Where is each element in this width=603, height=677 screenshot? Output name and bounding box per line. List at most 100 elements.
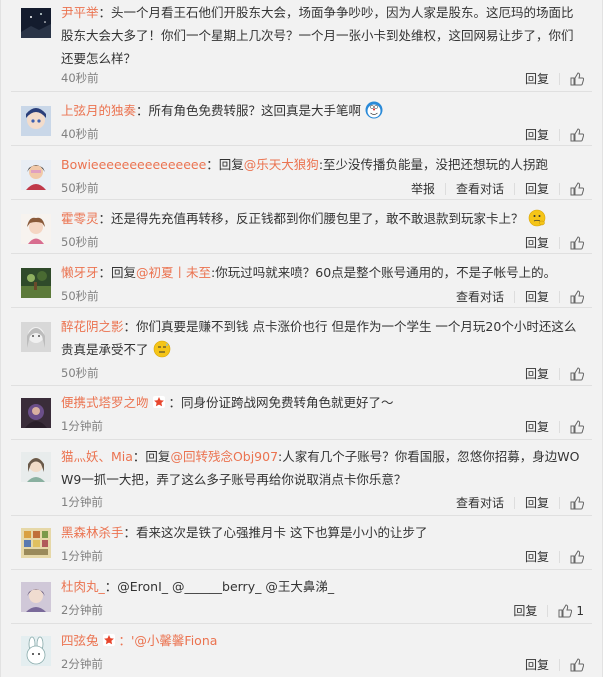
- reply-button[interactable]: 回复: [525, 70, 549, 87]
- thumbs-up-icon[interactable]: [570, 127, 584, 142]
- sweat-emoji-icon: [153, 340, 170, 358]
- reply-button[interactable]: 回复: [525, 126, 549, 143]
- comment-time: 50秒前: [61, 235, 99, 249]
- thumbs-up-icon[interactable]: [570, 71, 584, 86]
- reply-button[interactable]: 回复: [525, 418, 549, 435]
- thumbs-up-icon[interactable]: [570, 235, 584, 250]
- reply-button[interactable]: 回复: [525, 288, 549, 305]
- reply-button[interactable]: 回复: [525, 234, 549, 251]
- divider: [559, 182, 560, 195]
- comment-time: 2分钟前: [61, 657, 103, 671]
- comment-text-line: 杜肉丸_：@EronI_ @______berry_ @王大鼻涕_: [61, 570, 584, 598]
- thumbs-up-icon[interactable]: [570, 657, 584, 672]
- comment-time: 50秒前: [61, 289, 99, 303]
- comment-time: 2分钟前: [61, 603, 103, 617]
- comment-item: 醉花阴之影：你们真要是赚不到钱 点卡涨价也行 但是作为一个学生 一个月玩20个小…: [11, 308, 592, 386]
- avatar[interactable]: [21, 160, 51, 190]
- thumbs-up-icon[interactable]: [570, 419, 584, 434]
- avatar[interactable]: [21, 8, 51, 38]
- doraemon-emoji-icon: [365, 101, 383, 119]
- divider: [559, 128, 560, 141]
- like-count: 1: [576, 603, 584, 618]
- comment-item: 尹平举：头一个月看王石他们开股东大会，场面争争吵吵，因为人家是股东。这厄玛的场面…: [11, 0, 592, 92]
- avatar-image: [21, 322, 51, 352]
- avatar-image: [21, 398, 51, 428]
- comment-body: 便携式塔罗之吻 ：同身份证跨战网免费转角色就更好了～ 1分钟前 回复: [61, 386, 584, 434]
- view-dialog-button[interactable]: 查看对话: [456, 180, 504, 197]
- thumbs-up-icon[interactable]: [570, 495, 584, 510]
- reply-button[interactable]: 回复: [525, 548, 549, 565]
- mention-link[interactable]: @初夏丨未至: [136, 265, 211, 280]
- reply-prefix: ：回复: [98, 265, 137, 280]
- comment-author[interactable]: 懒牙牙: [61, 265, 99, 280]
- avatar[interactable]: [21, 214, 51, 244]
- mention-link[interactable]: @乐天大狼狗: [244, 157, 319, 172]
- report-button[interactable]: 举报: [411, 180, 435, 197]
- comment-author[interactable]: 四弦兔: [61, 633, 99, 648]
- divider: [559, 367, 560, 380]
- reply-button[interactable]: 回复: [525, 494, 549, 511]
- comment-text: ：看来这次是铁了心强推月卡 这下也算是小小的让步了: [123, 525, 428, 540]
- avatar[interactable]: [21, 636, 51, 666]
- comment-actions: 回复: [505, 70, 584, 87]
- comment-text: ：还是得先充值再转移，反正钱都到你们腰包里了，敢不敢退款到玩家卡上？: [98, 211, 524, 226]
- thumbs-up-icon[interactable]: [558, 603, 573, 618]
- avatar-image: [21, 8, 51, 38]
- avatar[interactable]: [21, 452, 51, 482]
- comment-time: 50秒前: [61, 181, 99, 195]
- comment-text-line: 霍零灵：还是得先充值再转移，反正钱都到你们腰包里了，敢不敢退款到玩家卡上？: [61, 200, 584, 230]
- comment-item: 便携式塔罗之吻 ：同身份证跨战网免费转角色就更好了～ 1分钟前 回复: [11, 386, 592, 440]
- comment-author[interactable]: 上弦月的独奏: [61, 103, 136, 118]
- comment-actions: 查看对话 回复: [436, 494, 584, 511]
- comment-body: 黑森林杀手：看来这次是铁了心强推月卡 这下也算是小小的让步了 1分钟前 回复: [61, 516, 584, 564]
- divider: [559, 290, 560, 303]
- comment-author[interactable]: 猫灬妖、Mia: [61, 449, 133, 464]
- reply-button[interactable]: 回复: [525, 656, 549, 673]
- comment-text: ：@EronI_ @______berry_ @王大鼻涕_: [104, 579, 335, 594]
- comment-actions: 举报 查看对话 回复: [391, 180, 584, 197]
- reply-button[interactable]: 回复: [525, 180, 549, 197]
- divider: [559, 496, 560, 509]
- avatar[interactable]: [21, 322, 51, 352]
- avatar[interactable]: [21, 528, 51, 558]
- comment-author[interactable]: 霍零灵: [61, 211, 99, 226]
- comment-text: ：同身份证跨战网免费转角色就更好了～: [168, 395, 394, 410]
- divider: [559, 658, 560, 671]
- mention-link[interactable]: @回转残念Obj907: [170, 449, 278, 464]
- divider: [559, 420, 560, 433]
- thumbs-up-icon[interactable]: [570, 549, 584, 564]
- avatar-image: [21, 106, 51, 136]
- comment-text-line: 上弦月的独奏：所有角色免费转服？这回真是大手笔啊: [61, 92, 584, 122]
- thumbs-up-icon[interactable]: [570, 181, 584, 196]
- divider: [444, 182, 446, 195]
- avatar[interactable]: [21, 398, 51, 428]
- comment-author[interactable]: 黑森林杀手: [61, 525, 124, 540]
- comment-text-line: 猫灬妖、Mia：回复@回转残念Obj907:人家有几个子账号？你看国服，忽悠你招…: [61, 440, 584, 491]
- reply-button[interactable]: 回复: [513, 602, 537, 619]
- view-dialog-button[interactable]: 查看对话: [456, 494, 504, 511]
- thinking-emoji-icon: [528, 209, 545, 227]
- vip-star-icon: [102, 634, 115, 646]
- comment-author[interactable]: 醉花阴之影: [61, 319, 124, 334]
- comment-body: 四弦兔 ：'@小馨馨Fiona 2分钟前 回复: [61, 624, 584, 672]
- comment-author[interactable]: 便携式塔罗之吻: [61, 395, 149, 410]
- avatar[interactable]: [21, 106, 51, 136]
- thumbs-up-icon[interactable]: [570, 289, 584, 304]
- reply-button[interactable]: 回复: [525, 365, 549, 382]
- comment-body: 霍零灵：还是得先充值再转移，反正钱都到你们腰包里了，敢不敢退款到玩家卡上？ 50…: [61, 200, 584, 250]
- comment-text: ：所有角色免费转服？这回真是大手笔啊: [136, 103, 362, 118]
- thumbs-up-icon[interactable]: [570, 366, 584, 381]
- comment-author[interactable]: Bowieeeeeeeeeeeeeee: [61, 157, 206, 172]
- comment-text-line: 便携式塔罗之吻 ：同身份证跨战网免费转角色就更好了～: [61, 386, 584, 414]
- avatar[interactable]: [21, 268, 51, 298]
- comment-author[interactable]: 杜肉丸_: [61, 579, 105, 594]
- comment-author[interactable]: 尹平举: [61, 5, 99, 20]
- comment-actions: 回复: [505, 126, 584, 143]
- view-dialog-button[interactable]: 查看对话: [456, 288, 504, 305]
- avatar-image: [21, 636, 51, 666]
- comment-actions: 回复: [505, 548, 584, 565]
- comment-item: 杜肉丸_：@EronI_ @______berry_ @王大鼻涕_ 2分钟前 回…: [11, 570, 592, 624]
- reply-prefix: ：回复: [132, 449, 171, 464]
- avatar[interactable]: [21, 582, 51, 612]
- comment-item: 霍零灵：还是得先充值再转移，反正钱都到你们腰包里了，敢不敢退款到玩家卡上？ 50…: [11, 200, 592, 254]
